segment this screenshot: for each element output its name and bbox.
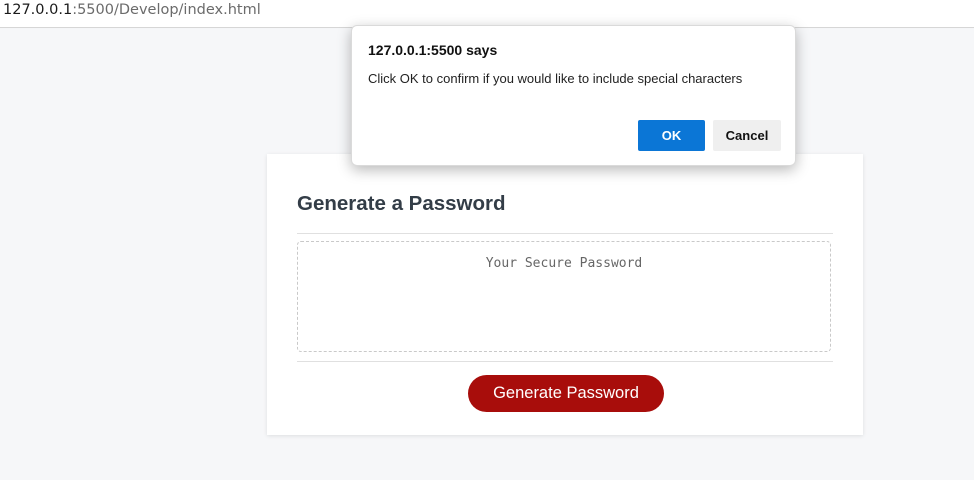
card-footer [297,361,833,362]
generate-password-button[interactable]: Generate Password [468,375,664,412]
url-path: :5500/Develop/index.html [72,2,261,18]
dialog-message: Click OK to confirm if you would like to… [368,71,743,86]
address-bar[interactable]: 127.0.0.1:5500/Develop/index.html [0,0,974,28]
card-title: Generate a Password [297,192,506,215]
password-output[interactable] [297,241,831,352]
url-host: 127.0.0.1 [3,2,73,18]
ok-button[interactable]: OK [638,120,705,151]
url-text[interactable]: 127.0.0.1:5500/Develop/index.html [3,1,261,19]
card-header: Generate a Password [297,154,833,234]
confirm-dialog: 127.0.0.1:5500 says Click OK to confirm … [351,25,796,166]
dialog-title: 127.0.0.1:5500 says [368,42,498,58]
cancel-button[interactable]: Cancel [713,120,781,151]
password-card: Generate a Password Generate Password [267,154,863,435]
